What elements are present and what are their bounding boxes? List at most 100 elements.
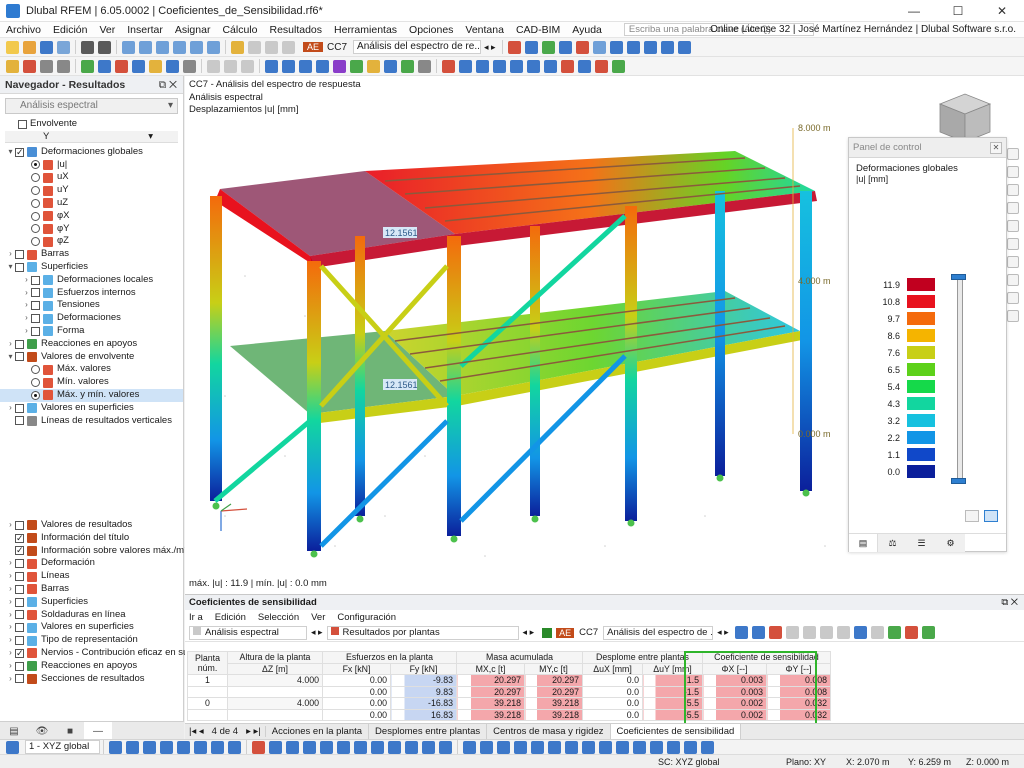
tree-item[interactable]: Líneas de resultados verticales — [0, 415, 183, 428]
tool-icon[interactable] — [224, 59, 237, 73]
tree-item[interactable]: › Barras — [0, 583, 184, 596]
tree-item[interactable]: › Valores de resultados — [0, 519, 184, 532]
cell-phix[interactable]: 0.002 — [702, 708, 767, 721]
snap-icon[interactable] — [531, 740, 544, 754]
side-tool-icon[interactable] — [1007, 148, 1019, 160]
cell-mx[interactable]: 20.297 — [456, 685, 525, 698]
tree-item[interactable]: uX — [0, 171, 183, 184]
tool-icon[interactable] — [265, 59, 278, 73]
tree-item[interactable]: › Reacciones en apoyos — [0, 660, 184, 673]
tool-icon[interactable] — [183, 59, 196, 73]
checkbox[interactable] — [15, 572, 24, 582]
side-tool-icon[interactable] — [1007, 256, 1019, 268]
snap-icon[interactable] — [160, 740, 173, 754]
cell-mx[interactable]: 39.218 — [456, 697, 525, 710]
radio-button[interactable] — [31, 365, 40, 375]
menu-resultados[interactable]: Resultados — [263, 24, 328, 36]
chevron-right-icon[interactable]: › — [22, 274, 31, 287]
tree-item[interactable]: › Superficies — [0, 596, 184, 609]
cell-my[interactable]: 39.218 — [524, 708, 583, 721]
chevron-right-icon[interactable]: › — [6, 621, 15, 634]
chevron-right-icon[interactable]: › — [6, 660, 15, 673]
snap-icon[interactable] — [650, 740, 663, 754]
undo-icon[interactable] — [81, 40, 94, 54]
tool-icon[interactable] — [299, 59, 312, 73]
cell-fy[interactable]: -16.83 — [390, 697, 457, 710]
tab-coeficientes[interactable]: Coeficientes de sensibilidad — [610, 723, 742, 740]
slider-max-handle[interactable] — [951, 274, 966, 280]
checkbox[interactable] — [15, 610, 24, 620]
tree-item[interactable]: › Tensiones — [0, 299, 183, 312]
tool-icon[interactable] — [527, 59, 540, 73]
tool-icon[interactable] — [241, 59, 254, 73]
checkbox[interactable] — [31, 314, 40, 324]
snap-icon[interactable] — [6, 59, 19, 73]
tool-icon[interactable] — [493, 59, 506, 73]
tree-item[interactable]: › Soldaduras en línea — [0, 609, 184, 622]
chevron-right-icon[interactable]: › — [6, 402, 15, 415]
results-menu-item[interactable]: Edición — [215, 612, 246, 623]
cell-fy[interactable]: 9.83 — [390, 685, 457, 698]
load-case-select[interactable]: Análisis del espectro de ... — [603, 625, 714, 640]
side-tool-icon[interactable] — [1007, 292, 1019, 304]
menu-calculo[interactable]: Cálculo — [216, 24, 263, 36]
model-viewport[interactable]: 8.000 m 4.000 m 0.000 m 12.1561 12.1561 … — [185, 76, 1024, 594]
menu-edicion[interactable]: Edición — [47, 24, 93, 36]
radio-button[interactable] — [31, 390, 40, 400]
menu-insertar[interactable]: Insertar — [121, 24, 169, 36]
prev-next-arrows[interactable]: ◂ ▸ — [717, 627, 729, 638]
display-icon[interactable] — [660, 40, 674, 54]
tab-centros[interactable]: Centros de masa y rigidez — [487, 723, 611, 740]
display-icon[interactable] — [626, 40, 640, 54]
result-category-select[interactable]: Resultados por plantas — [326, 625, 519, 640]
tab-views[interactable]: ■ — [56, 722, 84, 740]
chevron-right-icon[interactable]: › — [6, 609, 15, 622]
panel-pin-close-icons[interactable]: ⧉ ✕ — [1001, 595, 1018, 610]
navigator-analysis-select[interactable]: Análisis espectral ▾ — [5, 98, 178, 114]
results-icon[interactable] — [265, 40, 278, 54]
tab-desplomes[interactable]: Desplomes entre plantas — [369, 723, 488, 740]
chevron-right-icon[interactable]: › — [6, 519, 15, 532]
envelope-checkbox[interactable] — [18, 119, 27, 129]
xyz-icon[interactable] — [768, 626, 782, 639]
tree-item[interactable]: › Deformación — [0, 557, 184, 570]
tool-icon[interactable] — [350, 59, 363, 73]
envelope-checkbox-row[interactable]: Envolvente — [18, 118, 183, 131]
side-tool-icon[interactable] — [1007, 238, 1019, 250]
table-icon[interactable] — [836, 626, 850, 639]
snap-icon[interactable] — [599, 740, 612, 754]
cell-phiy[interactable]: 0.008 — [766, 674, 831, 687]
results-menu-item[interactable]: Ver — [311, 612, 325, 623]
cell-duy[interactable]: -5.5 — [642, 708, 703, 721]
snap-icon[interactable] — [480, 740, 493, 754]
cell-duy[interactable]: 5.5 — [642, 697, 703, 710]
cell-mx[interactable]: 39.218 — [456, 708, 525, 721]
chevron-right-icon[interactable]: › — [22, 312, 31, 325]
display-icon[interactable] — [558, 40, 572, 54]
display-icon[interactable] — [507, 40, 521, 54]
checkbox[interactable] — [15, 636, 24, 646]
pager-nav[interactable]: ▸ ▸| — [242, 726, 266, 737]
results-menu-item[interactable]: Configuración — [337, 612, 396, 623]
view-icon[interactable] — [207, 40, 220, 54]
tree-item[interactable]: uZ — [0, 197, 183, 210]
checkbox[interactable] — [15, 544, 24, 557]
table-row[interactable]: 0.00 9.83 20.297 20.297 0.0 -1.5 0.003 0.008 — [187, 685, 831, 698]
tool-icon[interactable] — [333, 59, 346, 73]
tool-icon[interactable] — [578, 59, 591, 73]
maximize-button[interactable]: ☐ — [936, 0, 980, 22]
chevron-down-icon[interactable]: ▾ — [6, 261, 15, 274]
snap-icon[interactable] — [497, 740, 510, 754]
snap-icon[interactable] — [354, 740, 367, 754]
slider-min-handle[interactable] — [951, 478, 966, 484]
display-icon[interactable] — [524, 40, 538, 54]
checkbox[interactable] — [15, 597, 24, 607]
chevron-right-icon[interactable]: › — [6, 596, 15, 609]
tool-icon[interactable] — [442, 59, 455, 73]
menu-ver[interactable]: Ver — [93, 24, 121, 36]
checkbox[interactable] — [15, 647, 24, 660]
results-menu-item[interactable]: Ir a — [189, 612, 203, 623]
chevron-right-icon[interactable]: › — [6, 583, 15, 596]
checkbox[interactable] — [15, 416, 24, 426]
table-icon[interactable] — [802, 626, 816, 639]
